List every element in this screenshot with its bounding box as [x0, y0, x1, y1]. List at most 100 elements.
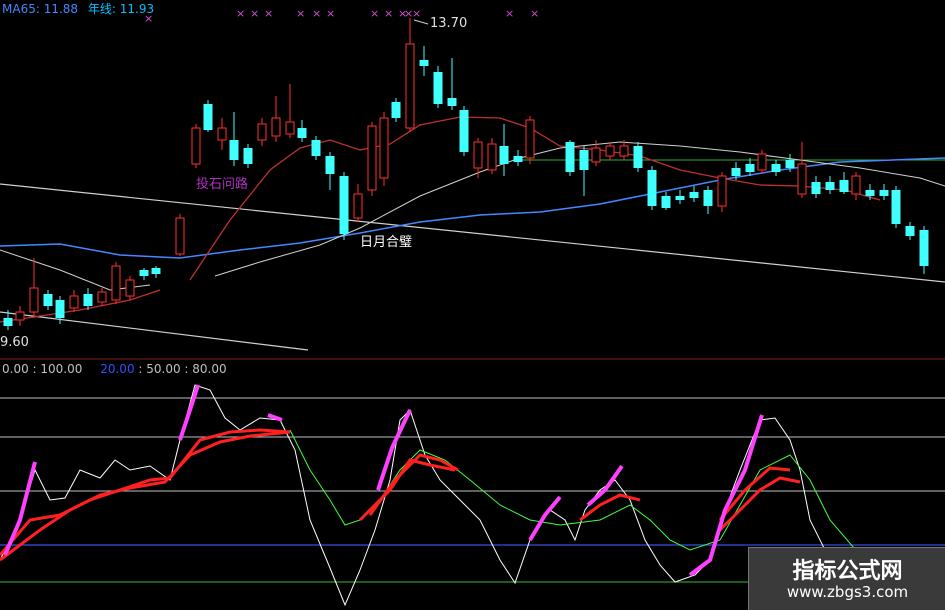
candle-body: [459, 110, 469, 152]
candle-body: [513, 156, 523, 162]
params-b-key: 20.00: [100, 362, 135, 376]
candle-body: [29, 287, 39, 313]
candle-body: [419, 60, 429, 66]
candle-body: [771, 164, 781, 172]
candle-body: [891, 190, 901, 224]
candle-body: [297, 128, 307, 138]
ma-label: MA65: 11.88 年线: 11.93: [2, 0, 154, 17]
low-price-label: 9.60: [0, 335, 29, 350]
candle-body: [565, 142, 575, 172]
candle-body: [689, 192, 699, 198]
indicator-main-line-5: [579, 493, 641, 522]
marker-glyph: ×: [384, 7, 393, 20]
marker-glyph: ×: [412, 7, 421, 20]
indicator-params: 0.00 : 100.00 20.00 : 50.00 : 80.00: [2, 362, 227, 376]
candle-body: [111, 265, 121, 301]
candle-body: [647, 170, 657, 206]
candle-body: [879, 190, 889, 196]
params-b-rest: : 50.00 : 80.00: [138, 362, 227, 376]
candle-body: [151, 268, 161, 274]
candle-body: [703, 190, 713, 206]
candle-body: [717, 175, 727, 207]
candle-body: [217, 127, 227, 141]
high-price-label: 13.70: [430, 16, 468, 31]
candle-body: [579, 150, 589, 170]
indicator-main-line-1: [0, 428, 291, 556]
candle-body: [229, 140, 239, 160]
candle-body: [285, 121, 295, 135]
candle-body: [353, 193, 363, 219]
ma-line-red-right: [189, 116, 881, 281]
candle-body: [619, 145, 629, 157]
candle-body: [919, 230, 929, 266]
candle-body: [43, 294, 53, 306]
indicator-highlight-1: [3, 461, 37, 556]
candle-body: [633, 146, 643, 168]
ma65-label: MA65: 11.88: [2, 2, 79, 16]
annotation-riyuehebi: 日月合璧: [360, 235, 413, 250]
marker-glyph: ×: [505, 7, 514, 20]
candle-body: [97, 291, 107, 303]
marker-glyph: ×: [250, 7, 259, 20]
indicator-main-line-2: [0, 430, 291, 562]
params-a: 0.00 : 100.00: [2, 362, 83, 376]
candle-body: [851, 175, 861, 195]
watermark-box: 指标公式网 www.zbgs3.com: [748, 547, 945, 610]
indicator-fast-line: [0, 384, 851, 607]
candle-body: [139, 270, 149, 276]
candle-body: [865, 190, 875, 196]
candle-body: [175, 217, 185, 255]
candle-body: [785, 160, 795, 168]
marker-glyph: ×: [296, 7, 305, 20]
candle-body: [433, 72, 443, 104]
candle-body: [661, 196, 671, 208]
marker-glyph: ×: [530, 7, 539, 20]
candle-body: [339, 176, 349, 234]
candle-body: [125, 279, 135, 297]
annotation-touyouwenlu: 投石问路: [196, 177, 249, 192]
candle-body: [311, 140, 321, 156]
candle-body: [675, 196, 685, 200]
candle-body: [271, 117, 281, 137]
marker-glyph: ×: [236, 7, 245, 20]
indicator-highlight-6: [586, 464, 624, 507]
candle-body: [811, 182, 821, 194]
candle-body: [203, 104, 213, 130]
indicator-highlight-4: [376, 409, 412, 491]
candle-body: [757, 153, 767, 171]
candle-body: [605, 145, 615, 157]
candle-body: [55, 300, 65, 318]
chart-canvas: × × × × × × × × ××× × ××: [0, 7, 945, 607]
candle-body: [825, 182, 835, 190]
watermark-url: www.zbgs3.com: [786, 583, 909, 601]
candle-body: [15, 311, 25, 321]
candle-body: [745, 164, 755, 172]
marker-glyph: ×: [326, 7, 335, 20]
high-price-pointer: [413, 19, 429, 25]
year-line-label: 年线: 11.93: [87, 2, 155, 16]
indicator-highlight-2: [178, 384, 200, 441]
candle-body: [839, 180, 849, 192]
candle-body: [325, 156, 335, 174]
candle-body: [591, 147, 601, 163]
trend-line-upper: [0, 183, 945, 283]
trend-line-lower: [0, 311, 309, 351]
candle-body: [367, 125, 377, 191]
marker-glyph: ×: [312, 7, 321, 20]
candle-body: [731, 168, 741, 176]
candle-body: [3, 318, 13, 326]
candle-body: [257, 123, 267, 141]
candle-body: [797, 163, 807, 195]
price-panel: × × × × × × × × ××× × ××: [0, 7, 945, 360]
candle-body: [905, 226, 915, 236]
candle-body: [499, 146, 509, 164]
candle-body: [69, 295, 79, 309]
candle-body: [525, 119, 535, 159]
indicator-highlight-5: [528, 495, 562, 542]
candle-body: [83, 294, 93, 306]
candle-body: [447, 98, 457, 106]
candle-body: [405, 43, 415, 129]
candle-body: [243, 148, 253, 164]
candle-body: [487, 143, 497, 171]
candle-body: [391, 102, 401, 118]
